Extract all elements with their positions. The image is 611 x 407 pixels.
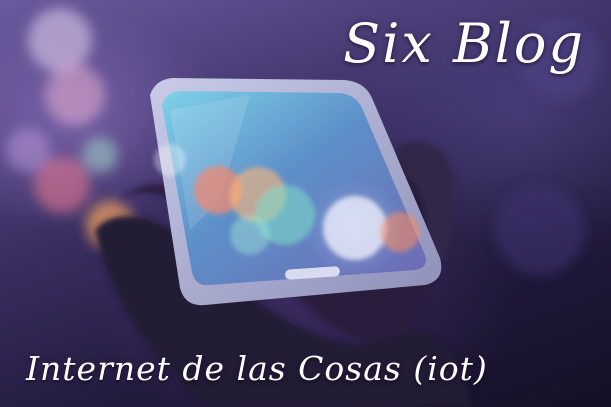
blog-banner: Six Blog Internet de las Cosas (iot) xyxy=(0,0,611,407)
blog-subtitle: Internet de las Cosas (iot) xyxy=(26,348,488,388)
blog-title: Six Blog xyxy=(343,12,585,75)
